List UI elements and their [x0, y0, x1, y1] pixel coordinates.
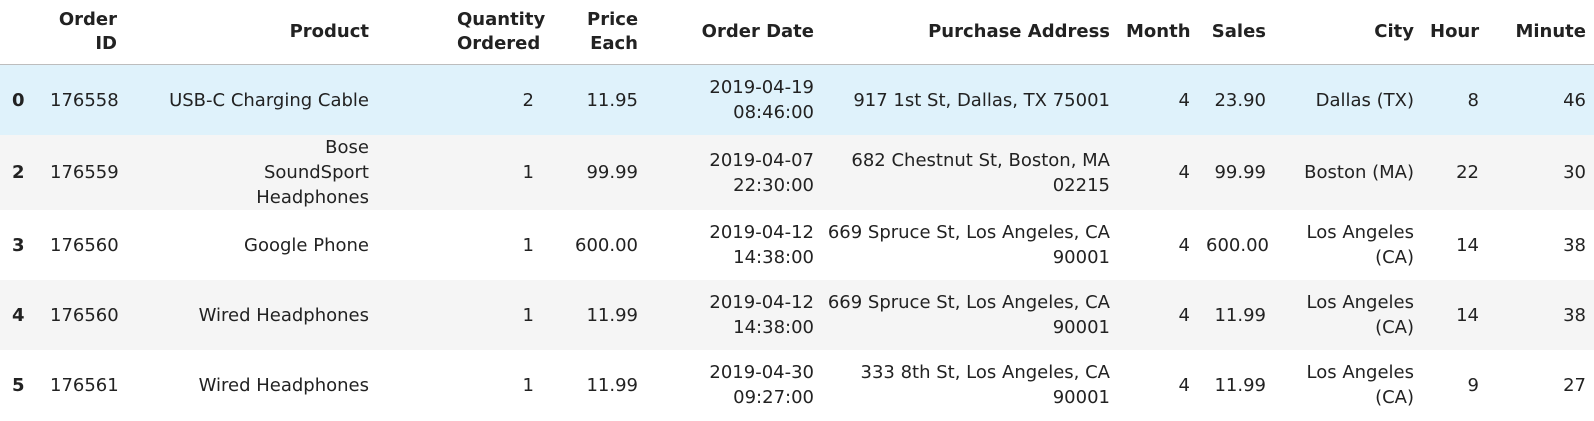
city-cell: Los Angeles (CA): [1306, 292, 1415, 338]
minute-header: Minute: [1487, 0, 1594, 65]
order-id-cell: 176560: [50, 304, 119, 326]
address-cell: 682 Chestnut St, Boston, MA 02215: [851, 149, 1110, 196]
order-id-cell: 176559: [50, 162, 119, 183]
sales-cell: 23.90: [1214, 89, 1266, 111]
sales-cell: 600.00: [1206, 234, 1269, 256]
sales-cell: 99.99: [1214, 162, 1266, 183]
table-row: 4 176560 Wired Headphones 1 11.99 2019-0…: [0, 280, 1594, 350]
address-header: Purchase Address: [822, 0, 1118, 65]
sales-cell: 11.99: [1214, 374, 1266, 396]
city-cell: Boston (MA): [1304, 162, 1414, 183]
quantity-header: Quantity Ordered: [377, 0, 545, 65]
order-date-cell: 2019-04-07 22:30:00: [709, 149, 814, 196]
sales-header: Sales: [1198, 0, 1274, 65]
sales-cell: 11.99: [1214, 304, 1266, 326]
city-cell: Los Angeles (CA): [1306, 222, 1415, 268]
hour-cell: 22: [1456, 162, 1479, 183]
minute-cell: 30: [1563, 162, 1586, 183]
address-cell: 917 1st St, Dallas, TX 75001: [853, 89, 1110, 111]
price-cell: 11.99: [586, 304, 638, 326]
price-cell: 99.99: [586, 162, 638, 183]
header-row: Order ID Product Quantity Ordered Price …: [0, 0, 1594, 65]
table-row: 5 176561 Wired Headphones 1 11.99 2019-0…: [0, 350, 1594, 420]
order-id-cell: 176558: [50, 89, 119, 111]
minute-cell: 27: [1563, 374, 1586, 396]
hour-cell: 9: [1467, 374, 1479, 396]
minute-cell: 38: [1563, 304, 1586, 326]
table-row: 3 176560 Google Phone 1 600.00 2019-04-1…: [0, 210, 1594, 280]
hour-cell: 14: [1456, 304, 1479, 326]
month-cell: 4: [1178, 234, 1190, 256]
order-id-cell: 176560: [50, 234, 119, 256]
dataframe-table: Order ID Product Quantity Ordered Price …: [0, 0, 1594, 420]
quantity-cell: 1: [522, 162, 534, 183]
index-header: [0, 0, 42, 65]
product-cell: Wired Headphones: [198, 304, 369, 326]
table-header: Order ID Product Quantity Ordered Price …: [0, 0, 1594, 65]
quantity-cell: 2: [522, 89, 534, 111]
address-cell: 333 8th St, Los Angeles, CA 90001: [860, 362, 1110, 408]
price-cell: 11.99: [586, 374, 638, 396]
dataframe-output: Order ID Product Quantity Ordered Price …: [0, 0, 1594, 421]
minute-cell: 46: [1563, 89, 1586, 111]
product-header: Product: [125, 0, 377, 65]
row-index: 3: [12, 234, 25, 256]
product-cell: Wired Headphones: [198, 374, 369, 396]
price-header: Price Each: [542, 0, 646, 65]
table-body: 0 176558 USB-C Charging Cable 2 11.95 20…: [0, 64, 1594, 420]
month-cell: 4: [1178, 304, 1190, 326]
order-date-header: Order Date: [646, 0, 822, 65]
price-cell: 600.00: [575, 234, 638, 256]
order-date-cell: 2019-04-19 08:46:00: [709, 77, 814, 123]
product-cell: Bose SoundSport Headphones: [256, 137, 369, 208]
row-index: 0: [12, 89, 25, 111]
quantity-cell: 1: [522, 374, 534, 396]
table-row: 2 176559 Bose SoundSport Headphones 1 99…: [0, 135, 1594, 210]
product-cell: Google Phone: [244, 234, 369, 256]
row-index: 5: [12, 374, 25, 396]
address-cell: 669 Spruce St, Los Angeles, CA 90001: [827, 292, 1110, 338]
order-id-cell: 176561: [50, 374, 119, 396]
hour-header: Hour: [1422, 0, 1487, 65]
city-cell: Los Angeles (CA): [1306, 362, 1415, 408]
address-cell: 669 Spruce St, Los Angeles, CA 90001: [827, 222, 1110, 268]
order-id-header: Order ID: [42, 0, 125, 65]
row-index: 4: [12, 304, 25, 326]
row-index: 2: [12, 162, 25, 183]
hour-cell: 14: [1456, 234, 1479, 256]
product-cell: USB-C Charging Cable: [169, 89, 369, 111]
order-date-cell: 2019-04-30 09:27:00: [709, 362, 814, 408]
city-cell: Dallas (TX): [1315, 89, 1414, 111]
price-cell: 11.95: [586, 89, 638, 111]
minute-cell: 38: [1563, 234, 1586, 256]
quantity-cell: 1: [522, 234, 534, 256]
month-cell: 4: [1178, 162, 1190, 183]
quantity-cell: 1: [522, 304, 534, 326]
city-header: City: [1274, 0, 1422, 65]
month-cell: 4: [1178, 374, 1190, 396]
month-header: Month: [1118, 0, 1198, 65]
order-date-cell: 2019-04-12 14:38:00: [709, 222, 814, 268]
month-cell: 4: [1178, 89, 1190, 111]
table-row: 0 176558 USB-C Charging Cable 2 11.95 20…: [0, 64, 1594, 135]
hour-cell: 8: [1467, 89, 1479, 111]
order-date-cell: 2019-04-12 14:38:00: [709, 292, 814, 338]
